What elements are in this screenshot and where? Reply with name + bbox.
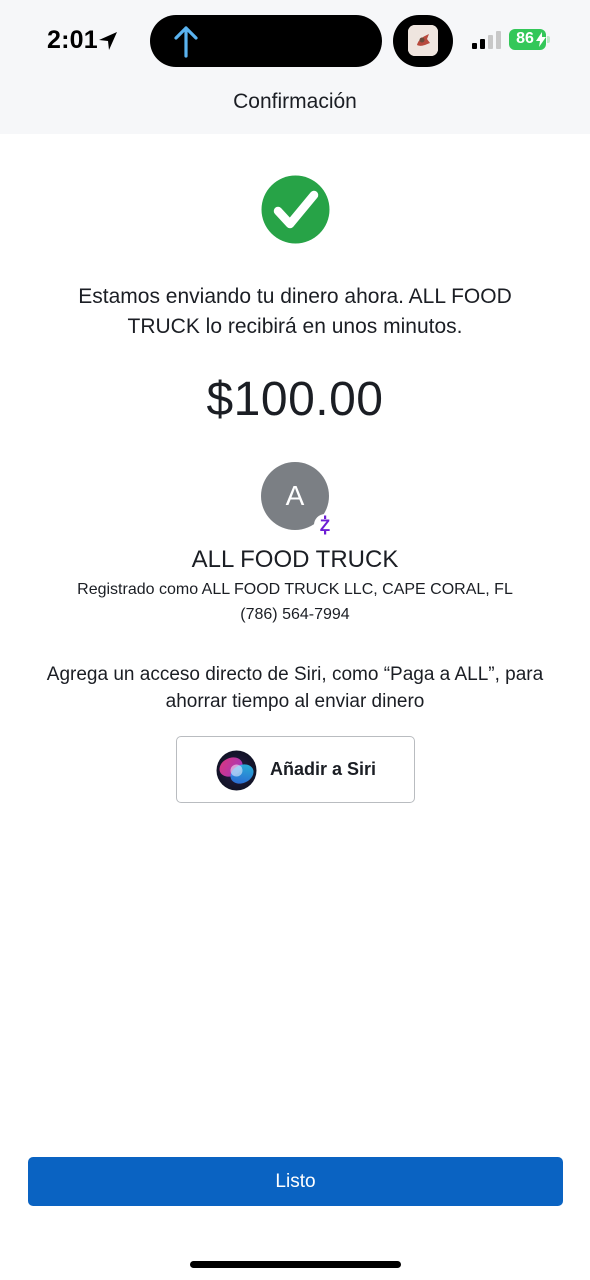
confirmation-screen: 2:01 86 Confirmación Estamos enviando tu… [0,0,590,1280]
siri-icon [216,750,257,791]
amount-sent: $100.00 [206,373,384,426]
header-area: 2:01 86 Confirmación [0,0,590,134]
recipient-phone: (786) 564-7994 [240,606,350,623]
home-indicator[interactable] [190,1261,401,1268]
status-time: 2:01 [47,26,98,54]
upload-arrow-icon [174,26,198,58]
zelle-badge-icon: Z [314,514,336,536]
success-check-icon [261,175,330,244]
app-thumbnail-icon [408,25,438,56]
confirmation-message: Estamos enviando tu dinero ahora. ALL FO… [78,285,512,338]
location-arrow-icon [99,32,117,50]
done-button-label: Listo [275,1170,316,1192]
add-to-siri-button[interactable]: Añadir a Siri [176,736,415,803]
recipient-name: ALL FOOD TRUCK [191,546,399,573]
done-button[interactable]: Listo [28,1157,563,1206]
battery-indicator: 86 [509,29,551,50]
siri-shortcut-description: Agrega un acceso directo de Siri, como “… [46,664,544,712]
avatar-initial: A [285,480,305,511]
cellular-signal-icon [472,31,501,49]
charging-bolt-icon [536,32,546,47]
recipient-registration: Registrado como ALL FOOD TRUCK LLC, CAPE… [77,581,513,598]
page-title: Confirmación [233,90,357,113]
add-to-siri-label: Añadir a Siri [270,759,377,779]
battery-level: 86 [516,30,534,47]
